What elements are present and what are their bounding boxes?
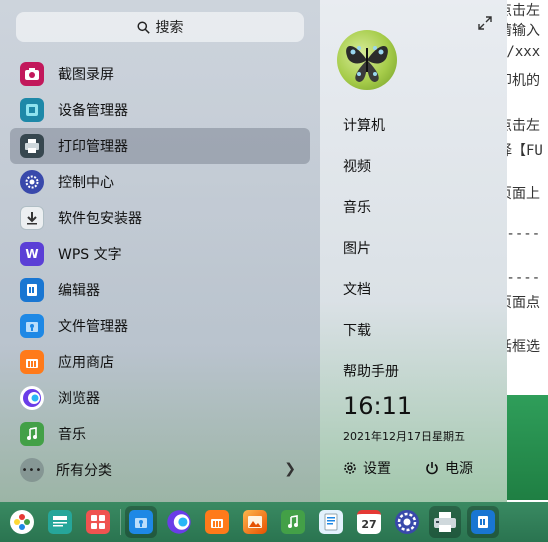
- app-label: 软件包安装器: [58, 211, 142, 227]
- start-menu: 搜索 截图录屏 设备管理器 打印管理器 控制中心 软件包安装器 W WPS 文字…: [0, 0, 507, 502]
- printer-icon: [20, 134, 44, 158]
- taskbar-separator: [120, 509, 121, 535]
- search-label: 搜索: [155, 20, 184, 36]
- browser-icon: [20, 386, 44, 410]
- screenshot-icon: [20, 62, 44, 86]
- app-item-device-manager[interactable]: 设备管理器: [10, 92, 310, 128]
- wps-writer-icon: W: [20, 242, 44, 266]
- gear-icon: [20, 170, 44, 194]
- app-label: 打印管理器: [58, 139, 128, 155]
- app-item-print-manager[interactable]: 打印管理器: [10, 128, 310, 164]
- app-label: 音乐: [58, 427, 86, 443]
- link-documents[interactable]: 文档: [343, 268, 399, 309]
- app-item-wps-writer[interactable]: W WPS 文字: [10, 236, 310, 272]
- link-videos[interactable]: 视频: [343, 145, 399, 186]
- link-music[interactable]: 音乐: [343, 186, 399, 227]
- link-pictures[interactable]: 图片: [343, 227, 399, 268]
- app-label: 控制中心: [58, 175, 114, 191]
- launcher-icon[interactable]: [6, 506, 38, 538]
- calendar-day: 27: [357, 510, 381, 534]
- app-label: 应用商店: [58, 355, 114, 371]
- power-label: 电源: [445, 461, 473, 477]
- multitask-view-icon[interactable]: [44, 506, 76, 538]
- settings-label: 设置: [363, 461, 391, 477]
- search-icon: [136, 20, 150, 34]
- package-installer-icon: [20, 206, 44, 230]
- power-button[interactable]: 电源: [425, 458, 473, 478]
- app-label: 截图录屏: [58, 67, 114, 83]
- calendar-icon[interactable]: 27: [353, 506, 385, 538]
- image-viewer-icon[interactable]: [239, 506, 271, 538]
- app-item-music[interactable]: 音乐: [10, 416, 310, 452]
- app-label: 编辑器: [58, 283, 100, 299]
- app-item-editor[interactable]: 编辑器: [10, 272, 310, 308]
- app-item-control-center[interactable]: 控制中心: [10, 164, 310, 200]
- avatar[interactable]: [337, 30, 397, 90]
- editor-icon[interactable]: [467, 506, 499, 538]
- settings-button[interactable]: 设置: [343, 458, 391, 478]
- app-item-file-manager[interactable]: 文件管理器: [10, 308, 310, 344]
- browser-icon[interactable]: [163, 506, 195, 538]
- all-categories-button[interactable]: ••• 所有分类 ❯: [10, 452, 310, 488]
- link-help-manual[interactable]: 帮助手册: [343, 350, 399, 391]
- search-box[interactable]: 搜索: [16, 12, 304, 42]
- device-manager-icon: [20, 98, 44, 122]
- app-store-icon[interactable]: [201, 506, 233, 538]
- app-label: 文件管理器: [58, 319, 128, 335]
- app-label: WPS 文字: [58, 247, 122, 263]
- file-manager-icon[interactable]: [125, 506, 157, 538]
- music-icon: [20, 422, 44, 446]
- clock-date: 2021年12月17日星期五: [343, 430, 465, 443]
- music-icon[interactable]: [277, 506, 309, 538]
- app-item-screenshot[interactable]: 截图录屏: [10, 56, 310, 92]
- all-categories-label: 所有分类: [56, 463, 112, 479]
- chevron-right-icon: ❯: [284, 461, 296, 477]
- app-store-icon: [20, 350, 44, 374]
- link-downloads[interactable]: 下载: [343, 309, 399, 350]
- file-manager-icon: [20, 314, 44, 338]
- app-item-app-store[interactable]: 应用商店: [10, 344, 310, 380]
- app-item-browser[interactable]: 浏览器: [10, 380, 310, 416]
- app-label: 浏览器: [58, 391, 100, 407]
- taskbar: 27: [0, 502, 548, 542]
- more-dots-icon: •••: [20, 458, 44, 482]
- expand-icon[interactable]: [478, 16, 492, 30]
- document-viewer-icon[interactable]: [315, 506, 347, 538]
- power-icon: [426, 462, 438, 475]
- clock-time: 16:11: [343, 392, 413, 420]
- control-center-icon[interactable]: [391, 506, 423, 538]
- link-computer[interactable]: 计算机: [343, 104, 399, 145]
- app-list: 截图录屏 设备管理器 打印管理器 控制中心 软件包安装器 W WPS 文字 编辑…: [10, 56, 310, 452]
- app-grid-icon[interactable]: [82, 506, 114, 538]
- editor-icon: [20, 278, 44, 302]
- printer-icon[interactable]: [429, 506, 461, 538]
- shortcut-links: 计算机 视频 音乐 图片 文档 下载 帮助手册: [343, 104, 399, 391]
- app-item-package-installer[interactable]: 软件包安装器: [10, 200, 310, 236]
- app-label: 设备管理器: [58, 103, 128, 119]
- gear-icon: [344, 462, 356, 474]
